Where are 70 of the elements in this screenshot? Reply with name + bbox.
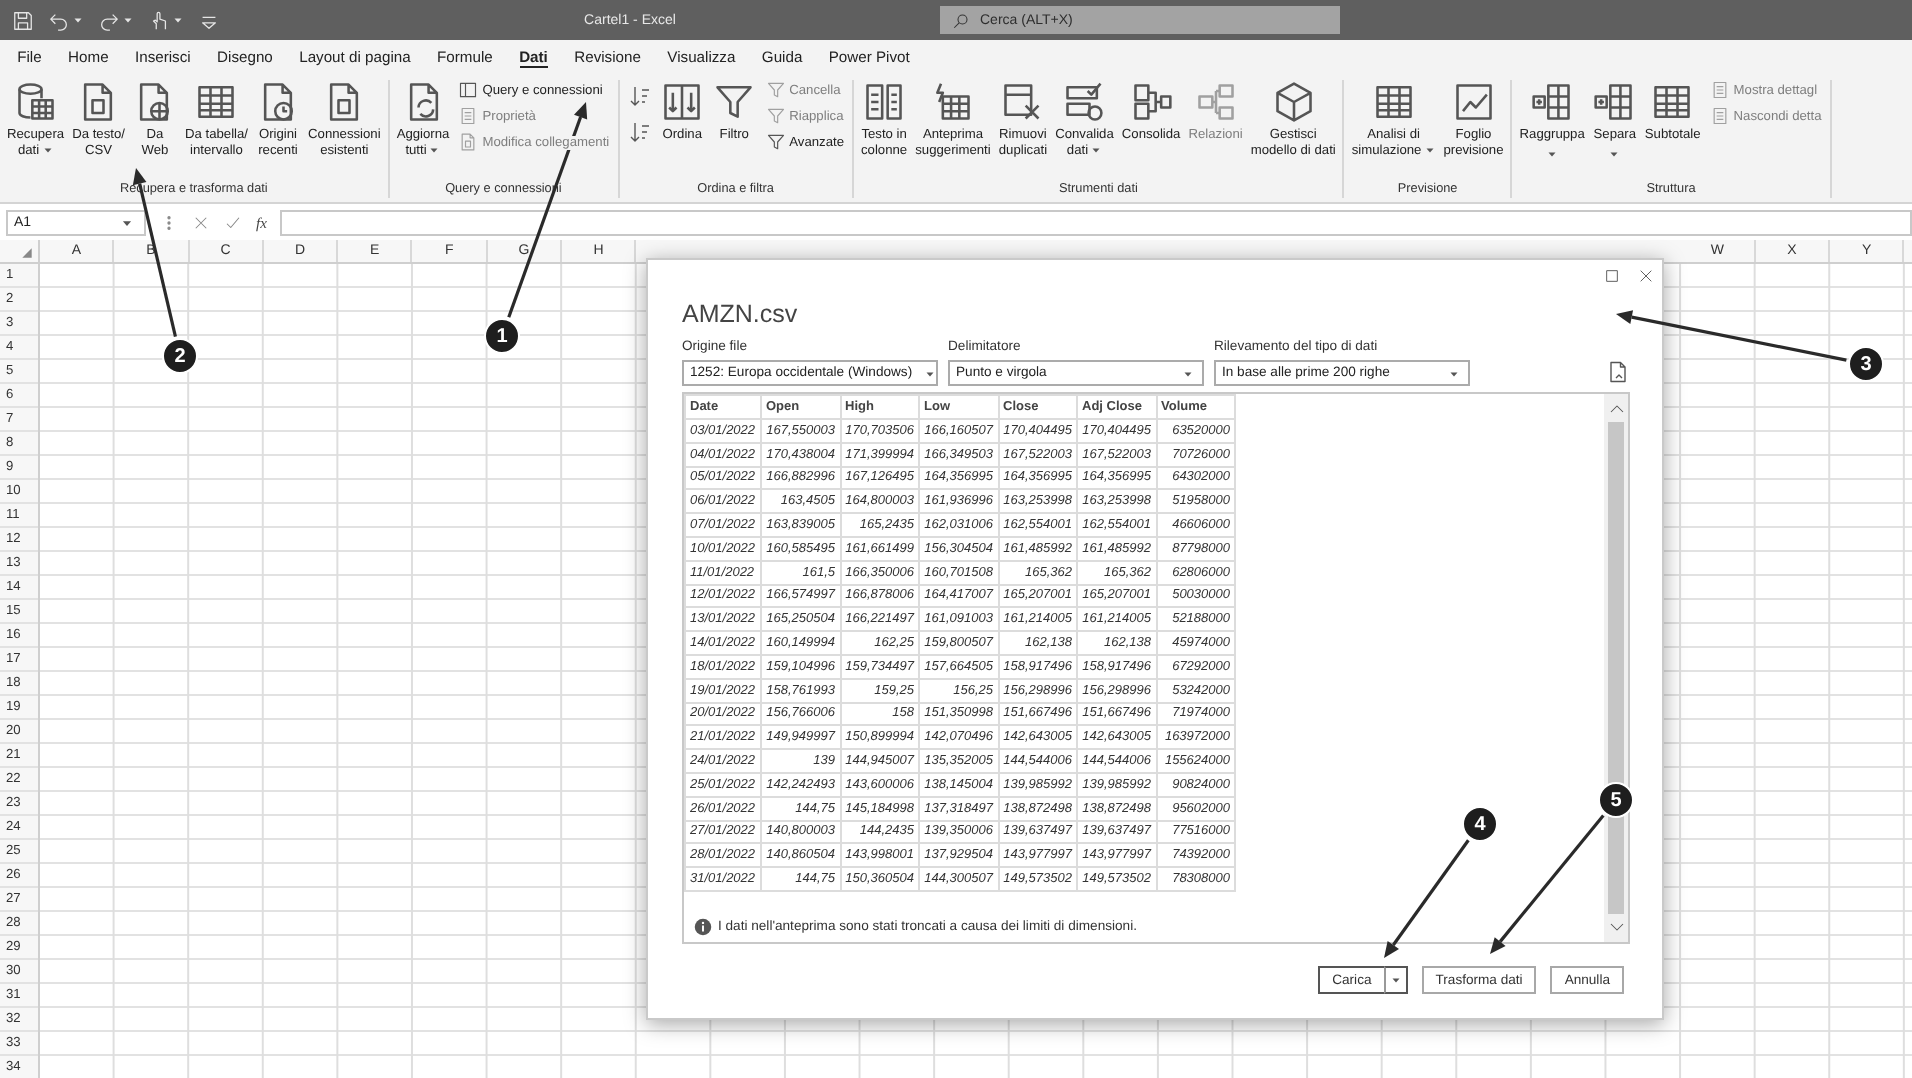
formula-field[interactable] [280,209,1912,235]
list-icon [458,106,479,126]
funnel-icon [765,80,786,100]
dropdown-button[interactable] [1383,966,1408,994]
close-button[interactable] [1638,268,1654,284]
info-icon [694,918,712,936]
callout-number: 2 [162,338,198,374]
columns-icon [862,80,907,124]
table-icon [194,80,239,124]
funnel-icon [712,80,757,124]
save-icon [12,9,34,31]
scrollbar-thumb[interactable] [1608,422,1624,914]
validation-icon [1062,80,1107,124]
select-all-icon [20,246,34,260]
database-icon [13,80,58,124]
chevron-up-icon [1607,400,1625,418]
panel-icon [458,80,479,100]
caret-icon [1182,367,1194,379]
group-icon [1592,80,1637,124]
callout-number: 3 [1848,346,1884,382]
cancel-icon [192,213,210,231]
relationships-icon [1193,80,1238,124]
search-icon [952,11,970,29]
chart-icon [1451,80,1496,124]
chevron-down-icon [1607,918,1625,936]
check-icon [224,213,242,231]
cancel-button[interactable] [192,213,210,231]
sort-icon [627,120,652,144]
sort-icon [660,80,705,124]
redo-icon [98,9,120,31]
file-button[interactable] [1606,360,1630,384]
table-icon [1371,80,1416,124]
touch-icon [148,9,170,31]
document-icon [458,132,479,152]
caret-icon [924,367,937,379]
document-icon [1606,360,1630,384]
dialog-title: AMZN.csv [682,298,800,332]
consolidate-icon [1129,80,1174,124]
callout-number: 1 [484,318,520,354]
caret-icon [172,14,184,26]
sort-button[interactable] [627,84,652,108]
caret-icon [1423,143,1436,156]
caret-icon [1448,367,1460,379]
caret-icon [122,14,134,26]
caret-icon [1090,143,1103,156]
funnel-icon [765,132,786,152]
maximize-button[interactable] [1604,268,1620,284]
arrow [1384,839,1470,958]
undo-icon [48,9,70,31]
caret-icon [41,143,54,156]
sort-button[interactable] [627,120,652,144]
caret-icon [1546,147,1559,160]
cube-icon [1271,80,1316,124]
list-icon [1709,106,1730,126]
lightning-icon [930,80,975,124]
group-icon [1530,80,1575,124]
arrow [1490,814,1605,954]
caret-icon [120,215,134,229]
close-icon [1638,268,1654,284]
maximize-icon [1604,268,1620,284]
caret-icon [72,14,84,26]
list-icon [1709,80,1730,100]
sort-icon [627,84,652,108]
funnel-icon [765,106,786,126]
caret-icon [1389,974,1402,986]
remove-duplicates-icon [1000,80,1045,124]
caret-icon [428,143,441,156]
caret-icon [1608,147,1621,160]
enter-button[interactable] [224,213,242,231]
table-icon [1650,80,1695,124]
